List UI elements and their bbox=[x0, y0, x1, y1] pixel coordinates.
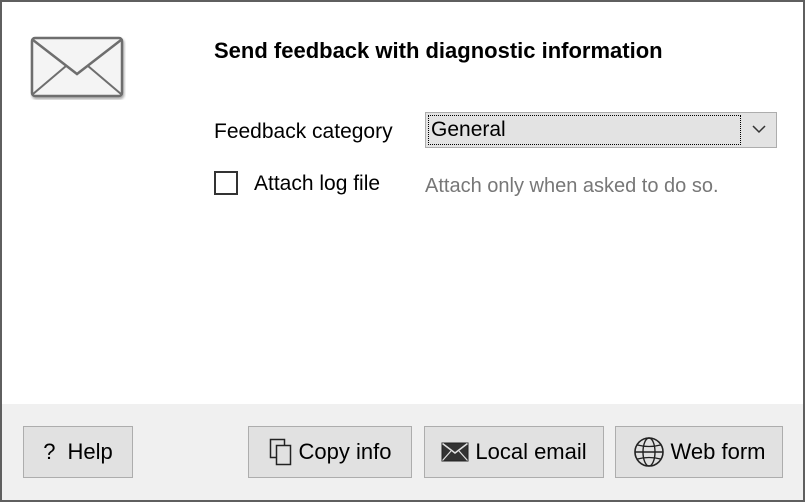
attach-log-checkbox[interactable] bbox=[214, 171, 238, 195]
feedback-category-label: Feedback category bbox=[214, 120, 393, 143]
help-button[interactable]: ? Help bbox=[23, 426, 133, 478]
envelope-icon bbox=[30, 36, 124, 98]
copy-icon bbox=[269, 438, 291, 466]
copy-info-label: Copy info bbox=[298, 439, 392, 464]
feedback-dialog: Send feedback with diagnostic informatio… bbox=[0, 0, 805, 502]
web-form-label: Web form bbox=[670, 439, 766, 464]
attach-log-label[interactable]: Attach log file bbox=[254, 172, 380, 196]
copy-info-button[interactable]: Copy info bbox=[248, 426, 412, 478]
dialog-title: Send feedback with diagnostic informatio… bbox=[214, 38, 663, 63]
button-bar: ? Help Copy info Local email Web form bbox=[2, 404, 803, 500]
local-email-label: Local email bbox=[475, 439, 587, 464]
help-button-label: Help bbox=[67, 439, 113, 464]
globe-icon bbox=[633, 437, 664, 467]
feedback-category-select[interactable]: General bbox=[425, 112, 777, 148]
chevron-down-icon bbox=[752, 125, 766, 134]
web-form-button[interactable]: Web form bbox=[615, 426, 783, 478]
local-email-button[interactable]: Local email bbox=[424, 426, 604, 478]
question-icon: ? bbox=[43, 439, 56, 464]
feedback-category-value: General bbox=[428, 115, 741, 145]
attach-log-hint: Attach only when asked to do so. bbox=[425, 175, 719, 197]
mail-icon bbox=[441, 442, 469, 462]
